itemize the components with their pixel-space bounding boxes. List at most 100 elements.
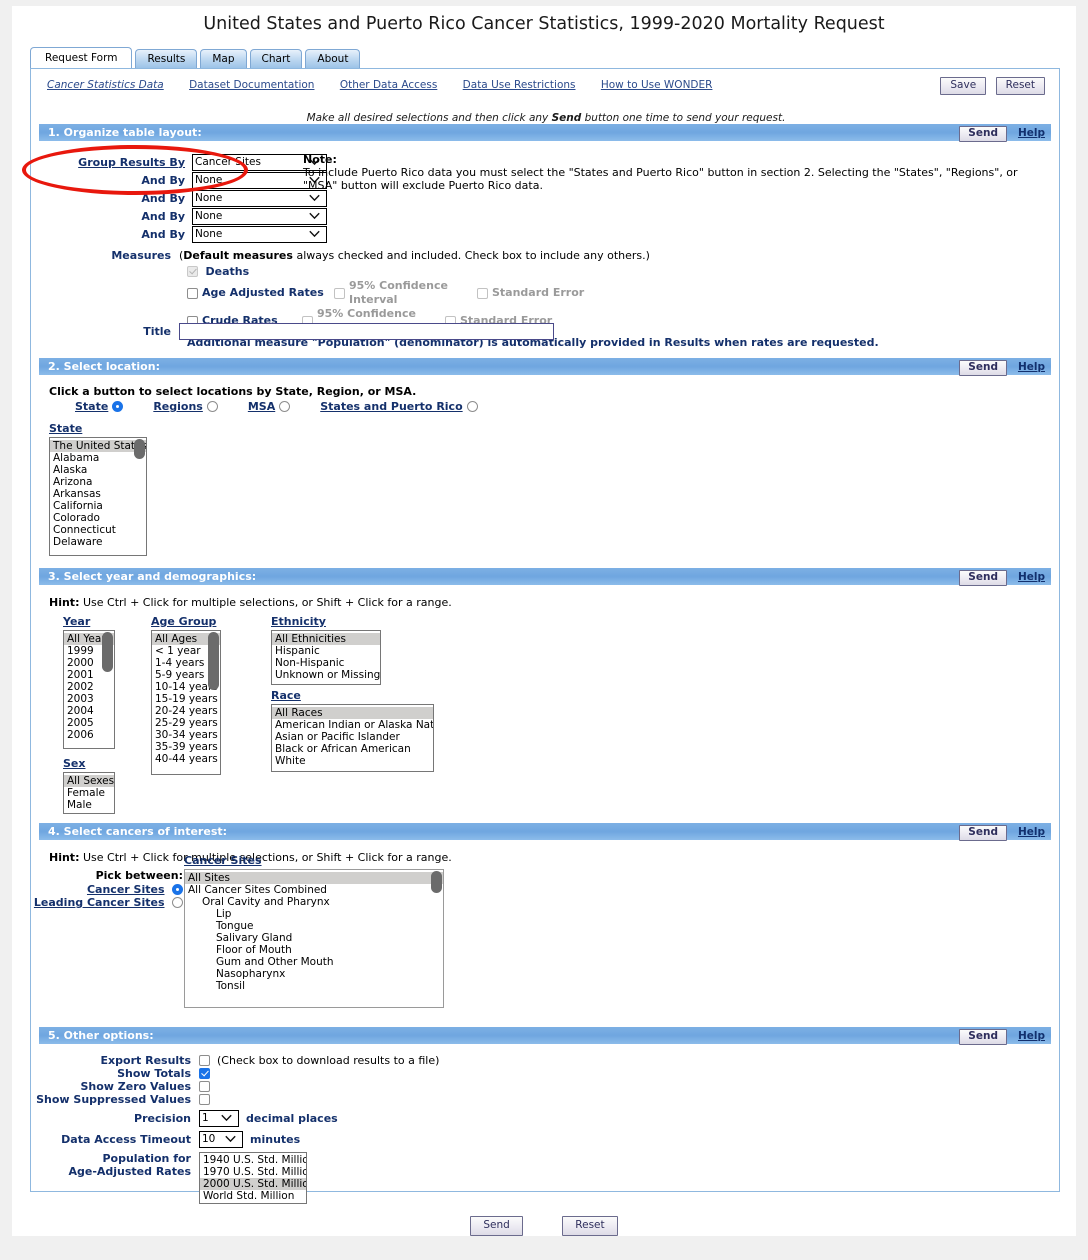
leading-cancer-sites-radio-label[interactable]: Leading Cancer Sites bbox=[34, 896, 165, 909]
footer-reset-button[interactable]: Reset bbox=[562, 1216, 618, 1236]
link-other-data-access[interactable]: Other Data Access bbox=[340, 79, 438, 91]
state-listbox[interactable]: The United States Alabama Alaska Arizona… bbox=[49, 437, 147, 556]
list-item[interactable]: Non-Hispanic bbox=[272, 657, 380, 669]
list-item[interactable]: All Ethnicities bbox=[272, 633, 380, 645]
precision-select[interactable]: 1 bbox=[199, 1109, 239, 1127]
age-group-list-label[interactable]: Age Group bbox=[151, 615, 216, 628]
location-radio-regions[interactable] bbox=[206, 401, 218, 412]
state-listbox-scrollbar[interactable] bbox=[134, 439, 145, 554]
age-adjusted-rates-checkbox[interactable] bbox=[187, 287, 198, 299]
list-item[interactable]: All Cancer Sites Combined bbox=[185, 884, 443, 896]
list-item[interactable]: World Std. Million bbox=[200, 1190, 306, 1202]
tab-map[interactable]: Map bbox=[200, 49, 247, 68]
cancer-sites-radio-label[interactable]: Cancer Sites bbox=[87, 883, 165, 896]
data-access-timeout-select[interactable]: 10 bbox=[199, 1130, 243, 1148]
cancer-sites-list-label[interactable]: Cancer Sites bbox=[184, 854, 262, 867]
list-item[interactable]: Male bbox=[64, 799, 114, 811]
location-radio-label-regions[interactable]: Regions bbox=[153, 400, 203, 413]
footer-send-button[interactable]: Send bbox=[470, 1216, 523, 1236]
list-item[interactable]: Hispanic bbox=[272, 645, 380, 657]
year-listbox-scrollbar[interactable] bbox=[102, 632, 113, 747]
list-item[interactable]: All Sexes bbox=[64, 775, 114, 787]
tab-chart[interactable]: Chart bbox=[249, 49, 303, 68]
cancer-sites-listbox[interactable]: All Sites All Cancer Sites Combined Oral… bbox=[184, 869, 444, 1008]
link-how-to-use-wonder[interactable]: How to Use WONDER bbox=[601, 79, 713, 91]
list-item[interactable]: American Indian or Alaska Native bbox=[272, 719, 433, 731]
list-item[interactable]: All Sites bbox=[185, 872, 443, 884]
sex-listbox[interactable]: All Sexes Female Male bbox=[63, 772, 115, 814]
list-item[interactable]: Asian or Pacific Islander bbox=[272, 731, 433, 743]
section-1-help-link[interactable]: Help bbox=[1018, 125, 1045, 142]
location-radio-states-and-pr[interactable] bbox=[466, 401, 478, 412]
state-list-label[interactable]: State bbox=[49, 422, 82, 435]
list-item[interactable]: 2000 U.S. Std. Million bbox=[200, 1178, 306, 1190]
list-item[interactable]: Arizona bbox=[50, 476, 146, 488]
location-radio-label-state[interactable]: State bbox=[75, 400, 108, 413]
link-dataset-documentation[interactable]: Dataset Documentation bbox=[189, 79, 314, 91]
list-item[interactable]: White bbox=[272, 755, 433, 767]
leading-cancer-sites-radio[interactable] bbox=[172, 897, 183, 908]
export-results-checkbox[interactable] bbox=[199, 1055, 210, 1066]
list-item[interactable]: California bbox=[50, 500, 146, 512]
group-results-by-label[interactable]: Group Results By bbox=[78, 156, 185, 169]
age-adjusted-se-checkbox[interactable] bbox=[477, 287, 488, 299]
list-item[interactable]: Unknown or Missing bbox=[272, 669, 380, 681]
year-list-label[interactable]: Year bbox=[63, 615, 90, 628]
location-radio-msa[interactable] bbox=[279, 401, 291, 412]
and-by-select-2[interactable]: None bbox=[192, 189, 327, 207]
race-listbox[interactable]: All Races American Indian or Alaska Nati… bbox=[271, 704, 434, 772]
age-group-listbox-scrollbar[interactable] bbox=[208, 632, 219, 773]
reset-button[interactable]: Reset bbox=[995, 77, 1045, 95]
age-group-listbox[interactable]: All Ages < 1 year 1-4 years 5-9 years 10… bbox=[151, 630, 221, 775]
tab-request-form[interactable]: Request Form bbox=[30, 47, 133, 68]
list-item[interactable]: Salivary Gland bbox=[185, 932, 443, 944]
list-item[interactable]: Alabama bbox=[50, 452, 146, 464]
tab-about[interactable]: About bbox=[305, 49, 361, 68]
list-item[interactable]: Colorado bbox=[50, 512, 146, 524]
year-listbox[interactable]: All Years 1999 2000 2001 2002 2003 2004 … bbox=[63, 630, 115, 749]
cancer-sites-radio[interactable] bbox=[172, 884, 183, 895]
list-item[interactable]: Nasopharynx bbox=[185, 968, 443, 980]
section-3-help-link[interactable]: Help bbox=[1018, 569, 1045, 586]
list-item[interactable]: Connecticut bbox=[50, 524, 146, 536]
section-4-help-link[interactable]: Help bbox=[1018, 824, 1045, 841]
list-item[interactable]: Arkansas bbox=[50, 488, 146, 500]
section-1-send-button[interactable]: Send bbox=[959, 125, 1007, 142]
show-suppressed-values-checkbox[interactable] bbox=[199, 1094, 210, 1105]
and-by-select-3[interactable]: None bbox=[192, 207, 327, 225]
list-item[interactable]: Female bbox=[64, 787, 114, 799]
list-item[interactable]: Floor of Mouth bbox=[185, 944, 443, 956]
list-item[interactable]: All Races bbox=[272, 707, 433, 719]
save-button[interactable]: Save bbox=[940, 77, 987, 95]
race-list-label[interactable]: Race bbox=[271, 689, 301, 702]
list-item[interactable]: The United States bbox=[50, 440, 146, 452]
and-by-select-4[interactable]: None bbox=[192, 225, 327, 243]
section-5-help-link[interactable]: Help bbox=[1018, 1028, 1045, 1045]
list-item[interactable]: Lip bbox=[185, 908, 443, 920]
list-item[interactable]: 1940 U.S. Std. Million bbox=[200, 1154, 306, 1166]
section-2-help-link[interactable]: Help bbox=[1018, 359, 1045, 376]
list-item[interactable]: Black or African American bbox=[272, 743, 433, 755]
show-totals-checkbox[interactable] bbox=[199, 1068, 210, 1079]
link-data-use-restrictions[interactable]: Data Use Restrictions bbox=[463, 79, 576, 91]
list-item[interactable]: Delaware bbox=[50, 536, 146, 548]
location-radio-label-states-and-pr[interactable]: States and Puerto Rico bbox=[320, 400, 462, 413]
list-item[interactable]: Tongue bbox=[185, 920, 443, 932]
ethnicity-listbox[interactable]: All Ethnicities Hispanic Non-Hispanic Un… bbox=[271, 630, 381, 685]
list-item[interactable]: Alaska bbox=[50, 464, 146, 476]
location-radio-label-msa[interactable]: MSA bbox=[248, 400, 275, 413]
section-4-send-button[interactable]: Send bbox=[959, 824, 1007, 841]
section-3-send-button[interactable]: Send bbox=[959, 569, 1007, 586]
link-cancer-statistics-data[interactable]: Cancer Statistics Data bbox=[47, 79, 164, 91]
section-5-send-button[interactable]: Send bbox=[959, 1028, 1007, 1045]
show-zero-values-checkbox[interactable] bbox=[199, 1081, 210, 1092]
cancer-sites-listbox-scrollbar[interactable] bbox=[431, 871, 442, 1006]
ethnicity-list-label[interactable]: Ethnicity bbox=[271, 615, 326, 628]
section-2-send-button[interactable]: Send bbox=[959, 359, 1007, 376]
list-item[interactable]: Gum and Other Mouth bbox=[185, 956, 443, 968]
sex-list-label[interactable]: Sex bbox=[63, 757, 85, 770]
list-item[interactable]: Oral Cavity and Pharynx bbox=[185, 896, 443, 908]
list-item[interactable]: Tonsil bbox=[185, 980, 443, 992]
list-item[interactable]: 1970 U.S. Std. Million bbox=[200, 1166, 306, 1178]
tab-results[interactable]: Results bbox=[135, 49, 198, 68]
